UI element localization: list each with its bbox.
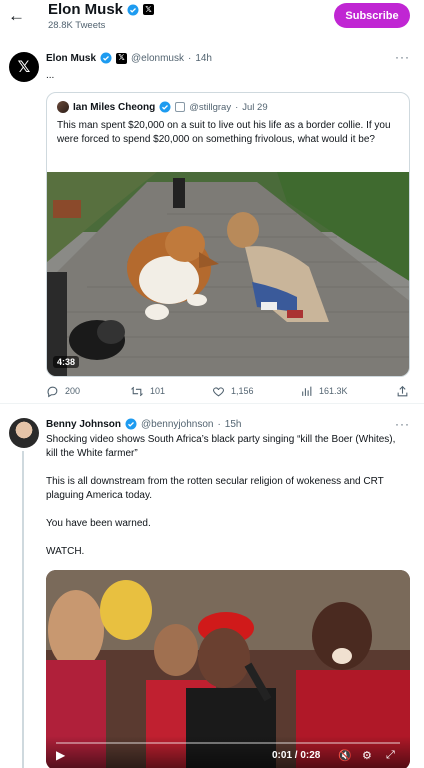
quote-date: Jul 29 — [242, 101, 268, 113]
view-count: 161.3K — [319, 386, 348, 396]
author-name[interactable]: Benny Johnson — [46, 419, 121, 430]
reply-button[interactable]: 200 — [46, 385, 80, 398]
video-controls — [46, 736, 410, 768]
profile-name: Elon Musk 𝕏 — [48, 1, 155, 18]
avatar — [57, 101, 69, 113]
quote-author-name: Ian Miles Cheong — [73, 101, 156, 113]
settings-gear-icon[interactable]: ⚙ — [362, 749, 372, 762]
tweet[interactable]: Benny Johnson @bennyjohnson · 15h ··· Sh… — [0, 405, 424, 768]
dog-costume-video-image — [47, 172, 409, 376]
avatar[interactable]: 𝕏 — [9, 52, 39, 82]
tweet-time[interactable]: 14h — [195, 53, 212, 64]
retweet-button[interactable]: 101 — [130, 385, 165, 398]
affiliate-badge-icon — [175, 102, 186, 112]
more-options-icon[interactable]: ··· — [395, 50, 410, 64]
quote-handle: @stillgray — [189, 101, 232, 113]
x-affiliate-icon: 𝕏 — [143, 4, 155, 15]
tweet-count: 28.8K Tweets — [48, 20, 106, 31]
verified-badge-icon — [125, 418, 137, 430]
tweet-paragraph: You have been warned. — [46, 518, 151, 529]
video-progress-bar[interactable] — [56, 742, 400, 744]
like-button[interactable]: 1,156 — [212, 385, 254, 398]
views-button[interactable]: 161.3K — [300, 385, 348, 398]
tweet-paragraph: WATCH. — [46, 546, 85, 557]
share-icon — [397, 385, 408, 396]
author-name[interactable]: Elon Musk — [46, 53, 96, 64]
tweet-paragraph: Shocking video shows South Africa’s blac… — [46, 434, 396, 459]
video-duration: 4:38 — [53, 356, 80, 368]
tweet-text: Shocking video shows South Africa’s blac… — [46, 433, 406, 573]
tweet-header: Elon Musk 𝕏 @elonmusk · 14h — [46, 52, 212, 64]
quote-header: Ian Miles Cheong @stillgray · Jul 29 — [57, 101, 268, 113]
tweet-paragraph: This is all downstream from the rotten s… — [46, 476, 384, 501]
separator-dot: · — [235, 101, 239, 113]
tweet[interactable]: 𝕏 Elon Musk 𝕏 @elonmusk · 14h ··· ... Ia… — [0, 40, 424, 404]
video-thumbnail[interactable]: 4:38 — [47, 172, 409, 376]
heart-icon — [213, 386, 224, 396]
separator-dot: · — [187, 52, 192, 64]
x-affiliate-icon: 𝕏 — [116, 52, 128, 64]
author-handle[interactable]: @bennyjohnson — [141, 419, 213, 430]
separator-dot: · — [217, 418, 221, 430]
verified-badge-icon — [127, 4, 139, 15]
retweet-count: 101 — [150, 386, 166, 396]
quote-text: This man spent $20,000 on a suit to live… — [57, 120, 391, 145]
like-count: 1,156 — [231, 386, 254, 396]
share-button[interactable] — [396, 385, 409, 398]
play-icon[interactable]: ▶ — [56, 748, 65, 762]
reply-count: 200 — [65, 386, 81, 396]
tweet-actions: 200 101 1,156 161.3K — [46, 383, 410, 399]
thread-line — [22, 451, 24, 768]
verified-badge-icon — [159, 101, 171, 113]
arrow-left-icon[interactable]: ← — [8, 6, 25, 26]
tweet-text: ... — [46, 70, 55, 81]
profile-name-text: Elon Musk — [48, 1, 124, 18]
more-options-icon[interactable]: ··· — [395, 417, 410, 431]
author-handle[interactable]: @elonmusk — [131, 53, 184, 64]
verified-badge-icon — [100, 52, 112, 64]
views-chart-icon — [302, 386, 312, 396]
profile-header: ← Elon Musk 𝕏 28.8K Tweets Subscribe — [0, 0, 424, 36]
subscribe-button[interactable]: Subscribe — [334, 3, 410, 28]
fullscreen-icon[interactable]: ⤢ — [386, 749, 395, 762]
quoted-tweet[interactable]: Ian Miles Cheong @stillgray · Jul 29 Thi… — [46, 92, 410, 377]
volume-icon[interactable]: 🔇 — [338, 749, 352, 762]
video-time: 0:01 / 0:28 — [272, 750, 321, 761]
reply-icon — [47, 386, 58, 397]
avatar[interactable] — [9, 418, 39, 448]
video-player[interactable]: ▶ 0:01 / 0:28 🔇 ⚙ ⤢ — [46, 570, 410, 768]
tweet-header: Benny Johnson @bennyjohnson · 15h — [46, 418, 241, 430]
tweet-time[interactable]: 15h — [225, 419, 242, 430]
retweet-icon — [130, 386, 144, 396]
